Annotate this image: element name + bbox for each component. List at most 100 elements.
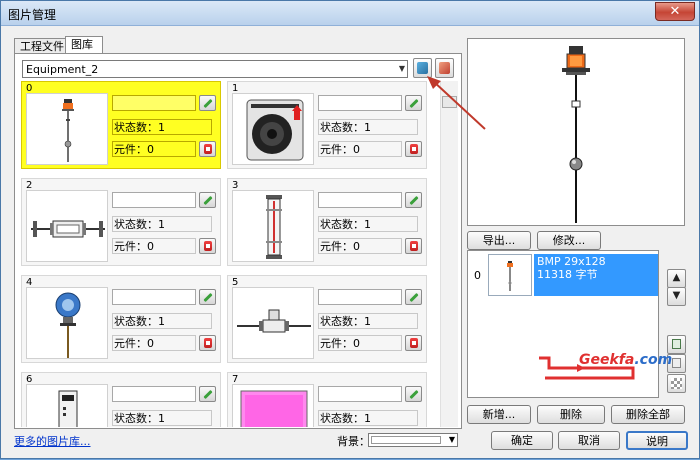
edit-name-button[interactable]	[199, 192, 216, 208]
image-card[interactable]: 1 状态数：1 元件：0	[227, 81, 427, 169]
library-select-value: Equipment_2	[26, 63, 99, 76]
modify-button[interactable]: 修改...	[537, 231, 601, 250]
state-count-label: 状态数：1	[112, 410, 212, 426]
export-element-button[interactable]	[199, 238, 216, 254]
pencil-icon	[203, 389, 213, 400]
edit-name-button[interactable]	[199, 289, 216, 305]
element-count-label: 元件：0	[318, 238, 402, 254]
paste-icon	[672, 358, 681, 368]
state-info: BMP 29x128 11318 字节	[534, 254, 658, 296]
image-card[interactable]: 6 状态数：1	[21, 372, 221, 427]
more-libraries-link[interactable]: 更多的图片库...	[14, 433, 91, 449]
edit-name-button[interactable]	[199, 386, 216, 402]
state-count-label: 状态数：1	[318, 313, 418, 329]
transparency-button[interactable]	[667, 374, 686, 393]
export-element-button[interactable]	[405, 335, 422, 351]
export-element-button[interactable]	[199, 141, 216, 157]
add-state-button[interactable]: 新增...	[467, 405, 531, 424]
close-button[interactable]: ✕	[655, 2, 695, 21]
cancel-button[interactable]: 取消	[558, 431, 620, 450]
state-count-label: 状态数：1	[318, 216, 418, 232]
library-select[interactable]: Equipment_2 ▼	[22, 60, 408, 78]
checker-icon	[671, 378, 682, 389]
image-name-field[interactable]	[318, 289, 402, 305]
pencil-icon	[203, 195, 213, 206]
window-title: 图片管理	[8, 8, 57, 22]
help-button[interactable]: 说明	[626, 431, 688, 450]
edit-name-button[interactable]	[199, 95, 216, 111]
image-card[interactable]: 7 状态数：1	[227, 372, 427, 427]
red-arrow-icon	[204, 241, 212, 251]
export-element-button[interactable]	[405, 141, 422, 157]
red-arrow-icon	[204, 338, 212, 348]
image-name-field[interactable]	[318, 95, 402, 111]
image-name-field[interactable]	[112, 386, 196, 402]
red-arrow-icon	[410, 241, 418, 251]
pencil-icon	[409, 389, 419, 400]
image-card[interactable]: 3 状态数：1 元件：0	[227, 178, 427, 266]
export-button[interactable]: 导出...	[467, 231, 531, 250]
state-count-label: 状态数：1	[112, 216, 212, 232]
edit-name-button[interactable]	[405, 289, 422, 305]
background-swatch	[371, 436, 441, 444]
delete-all-states-button[interactable]: 删除全部	[611, 405, 685, 424]
state-format: BMP 29x128	[537, 255, 606, 268]
image-preview	[467, 38, 685, 226]
edit-name-button[interactable]	[405, 192, 422, 208]
state-index: 0	[474, 269, 481, 282]
state-row[interactable]: 0 BMP 29x128 11318 字节	[468, 251, 658, 299]
element-count-label: 元件：0	[318, 335, 402, 351]
element-count-label: 元件：0	[112, 335, 196, 351]
watermark-brand: Geekfa	[579, 352, 635, 368]
pink-panel-icon	[232, 384, 314, 427]
state-size: 11318 字节	[537, 268, 598, 281]
image-card[interactable]: 2 状态数：1 元件：0	[21, 178, 221, 266]
ok-button[interactable]: 确定	[491, 431, 553, 450]
gallery-panel: Equipment_2 ▼ 0 状态数：1 元件：0 1 状态数：1 元件：0 …	[14, 53, 462, 429]
state-count-label: 状态数：1	[318, 119, 418, 135]
scrollbar-thumb[interactable]	[442, 96, 457, 108]
chevron-down-icon: ▼	[448, 435, 455, 444]
pressure-transmitter-icon	[26, 287, 108, 359]
move-down-button[interactable]: ▼	[667, 287, 686, 306]
watermark-text: Geekfa.com	[579, 352, 672, 368]
image-card[interactable]: 5 状态数：1 元件：0	[227, 275, 427, 363]
red-arrow-icon	[410, 144, 418, 154]
edit-name-button[interactable]	[405, 95, 422, 111]
controller-icon	[26, 384, 108, 427]
title-bar: 图片管理 ✕	[1, 1, 699, 26]
element-count-label: 元件：0	[112, 238, 196, 254]
import-image-button[interactable]	[413, 58, 432, 78]
image-name-field[interactable]	[112, 95, 196, 111]
background-color-select[interactable]: ▼	[368, 433, 458, 447]
image-name-field[interactable]	[112, 192, 196, 208]
pencil-icon	[203, 292, 213, 303]
image-name-field[interactable]	[112, 289, 196, 305]
import-image-icon	[417, 62, 428, 74]
copy-icon	[672, 339, 681, 349]
tab-project-files[interactable]: 工程文件	[14, 38, 66, 54]
state-count-label: 状态数：1	[112, 119, 212, 135]
move-up-button[interactable]: ▲	[667, 269, 686, 288]
watermark-tld: .com	[634, 352, 673, 368]
edit-name-button[interactable]	[405, 386, 422, 402]
speaker-icon	[232, 93, 314, 165]
sight-glass-icon	[232, 190, 314, 262]
geekfa-watermark: Geekfa.com	[537, 348, 672, 382]
image-card[interactable]: 0 状态数：1 元件：0	[21, 81, 221, 169]
image-name-field[interactable]	[318, 386, 402, 402]
image-manager-window: 图片管理 ✕ 工程文件 图库 Equipment_2 ▼ 0 状态数：1 元件：…	[0, 0, 700, 459]
export-element-button[interactable]	[199, 335, 216, 351]
export-element-button[interactable]	[405, 238, 422, 254]
image-card[interactable]: 4 状态数：1 元件：0	[21, 275, 221, 363]
pencil-icon	[409, 195, 419, 206]
image-name-field[interactable]	[318, 192, 402, 208]
gallery-scrollbar[interactable]	[440, 81, 458, 427]
delete-state-button[interactable]: 删除	[537, 405, 605, 424]
element-count-label: 元件：0	[318, 141, 402, 157]
pencil-icon	[409, 98, 419, 109]
background-label: 背景：	[337, 435, 370, 448]
image-grid: 0 状态数：1 元件：0 1 状态数：1 元件：0 2 状态数：1 元件：0 3…	[19, 81, 439, 427]
level-transmitter-icon	[26, 93, 108, 165]
remove-image-button[interactable]	[435, 58, 454, 78]
